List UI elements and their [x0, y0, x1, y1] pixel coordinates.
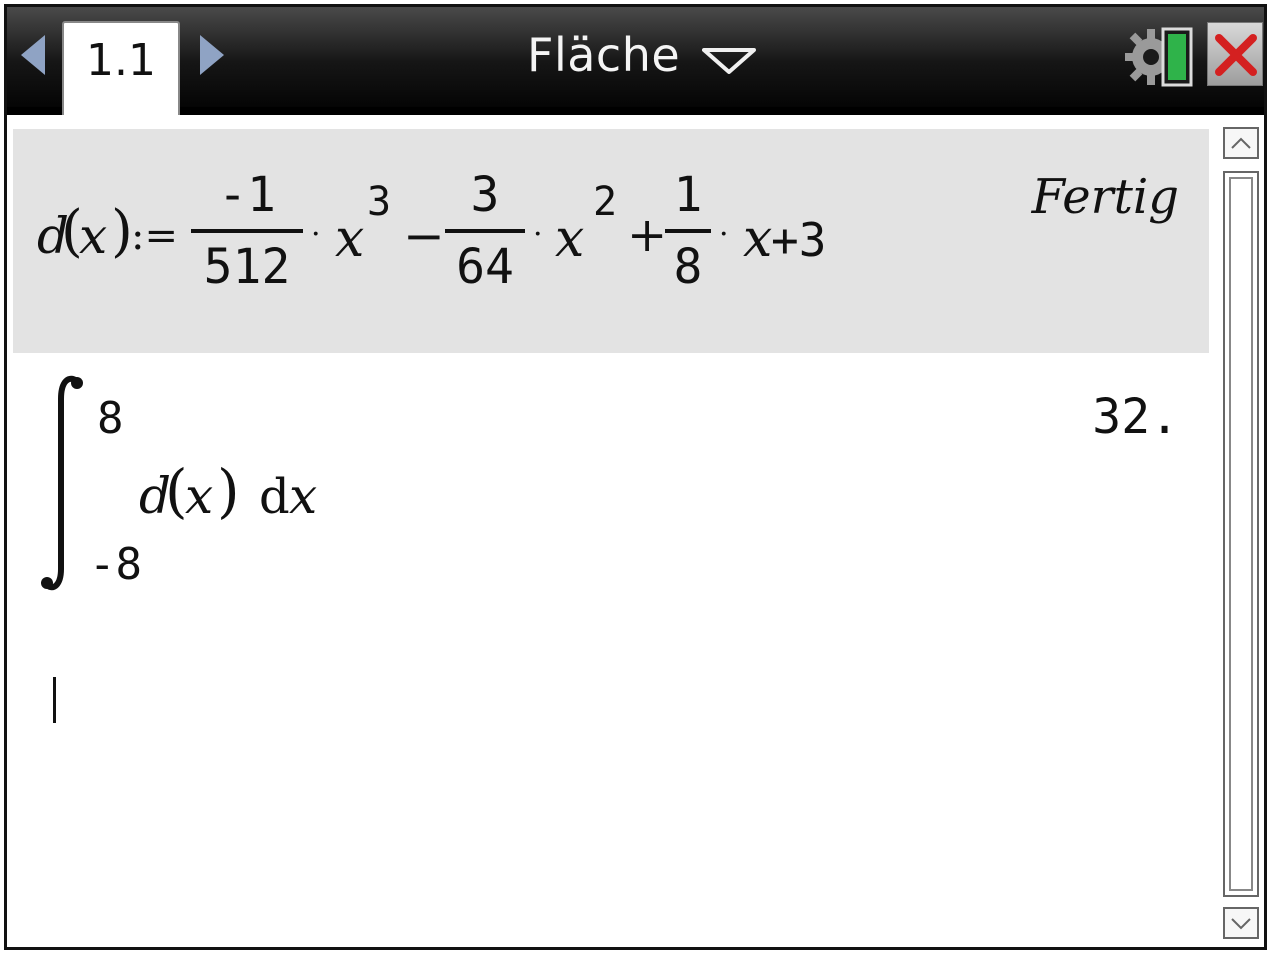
- chevron-down-icon: [1231, 918, 1251, 930]
- page-tab[interactable]: 1.1: [62, 21, 180, 115]
- document-title-menu[interactable]: Fläche: [527, 25, 757, 85]
- result-fertig: Fertig: [1031, 169, 1179, 225]
- calculator-history: d ( x ) := -1 512 · x 3 − 3 64 · x 2 + 1…: [7, 115, 1215, 947]
- close-icon: [1215, 34, 1257, 76]
- fraction-term1: -1 512: [191, 167, 303, 295]
- chevron-right-icon[interactable]: [200, 35, 224, 75]
- upper-limit: 8: [97, 393, 124, 444]
- integrand-variable: x: [185, 467, 214, 525]
- scroll-down-button[interactable]: [1223, 907, 1259, 939]
- lower-limit: -8: [89, 539, 142, 590]
- fraction-term3: 1 8: [665, 167, 711, 295]
- scroll-thumb[interactable]: [1229, 177, 1253, 891]
- scroll-up-button[interactable]: [1223, 127, 1259, 159]
- constant-term: +3: [771, 213, 827, 267]
- history-entry-definition[interactable]: d ( x ) := -1 512 · x 3 − 3 64 · x 2 + 1…: [13, 129, 1209, 353]
- history-entry-integral[interactable]: 8 -8 d ( x ) d x 32.: [13, 357, 1209, 627]
- assign-operator: :=: [131, 213, 178, 259]
- result-integral: 32.: [1092, 389, 1179, 445]
- differential-d: d: [259, 469, 290, 525]
- chevron-down-icon: [702, 48, 757, 74]
- fraction-term2: 3 64: [445, 167, 525, 295]
- power-term1: 3: [367, 179, 392, 225]
- gear-battery-icon[interactable]: [1125, 25, 1195, 89]
- chevron-up-icon: [1231, 137, 1251, 149]
- input-cursor[interactable]: [53, 677, 56, 723]
- chevron-left-icon[interactable]: [21, 35, 45, 75]
- function-variable: x: [79, 207, 108, 265]
- calculator-window: 1.1 Fläche d (x):= -1 512 · x 3 − 3 6…: [4, 4, 1267, 950]
- scroll-track[interactable]: [1223, 171, 1259, 897]
- integral-sign: [41, 375, 83, 591]
- title-bar: 1.1 Fläche: [7, 7, 1264, 115]
- power-term2: 2: [593, 179, 618, 225]
- document-title: Fläche: [527, 28, 681, 82]
- page-tab-label: 1.1: [86, 35, 156, 86]
- scrollbar[interactable]: [1217, 119, 1264, 947]
- differential-var: x: [289, 467, 318, 525]
- close-button[interactable]: [1207, 22, 1263, 86]
